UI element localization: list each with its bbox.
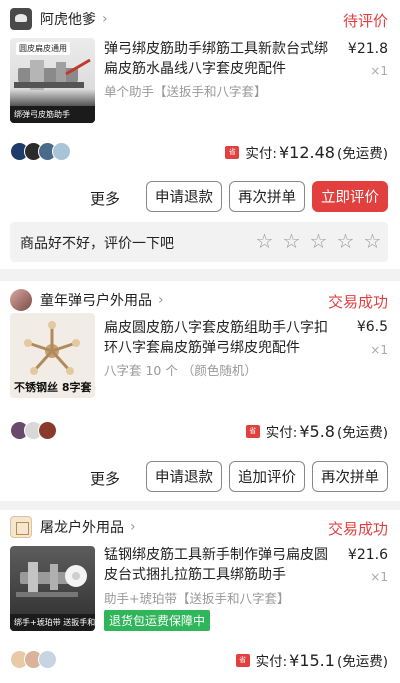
chevron-right-icon: ›	[158, 292, 164, 308]
star-icon[interactable]: ☆	[332, 230, 359, 252]
payment-summary: 省 实付: ¥15.1 (免运费)	[235, 650, 388, 670]
shop-logo	[10, 289, 32, 311]
product-title[interactable]: 弹弓绑皮筋助手绑筋工具新款台式绑扁皮筋水晶线八字套皮兜配件	[104, 39, 340, 79]
order-status: 待评价	[342, 12, 388, 30]
payment-amount: ¥5.8	[299, 421, 335, 441]
rebuy-button[interactable]: 再次拼单	[229, 181, 305, 212]
order-status: 交易成功	[327, 520, 388, 538]
star-rating[interactable]: ☆ ☆ ☆ ☆ ☆	[251, 230, 386, 252]
review-prompt-text: 商品好不好，评价一下吧	[20, 236, 174, 252]
image-caption: 绑弹弓皮筋助手	[10, 106, 95, 123]
product-spec: 单个助手【送扳手和八字套】	[104, 84, 267, 99]
payment-amount: ¥15.1	[289, 650, 335, 670]
return-shipping-badge: 退货包运费保障中	[104, 610, 211, 631]
refund-button[interactable]: 申请退款	[146, 461, 222, 492]
product-price: ¥21.6	[347, 547, 388, 563]
shipping-note: (免运费)	[336, 654, 388, 670]
payment-summary: 省 实付: ¥5.8 (免运费)	[245, 421, 388, 441]
order-card: 阿虎他爹 › 待评价 圆皮扁皮通用 绑弹弓皮筋助手 弹弓绑皮筋助手绑筋工具新款台…	[0, 0, 400, 269]
product-price: ¥21.8	[347, 41, 388, 57]
shop-logo	[10, 8, 32, 30]
product-image[interactable]: 不锈钢丝 8字套	[10, 313, 95, 398]
avatar	[38, 421, 57, 440]
star-icon[interactable]: ☆	[278, 230, 305, 252]
tool-illustration	[16, 562, 87, 597]
order-status: 交易成功	[327, 293, 388, 311]
payment-amount: ¥12.48	[278, 142, 335, 162]
shop-link[interactable]: 阿虎他爹 ›	[10, 8, 108, 30]
shop-link[interactable]: 童年弹弓户外用品 ›	[10, 289, 164, 311]
image-caption: 不锈钢丝 8字套	[14, 381, 92, 394]
product-quantity: ×1	[370, 343, 388, 357]
product-image[interactable]: 圆皮扁皮通用 绑弹弓皮筋助手	[10, 38, 95, 123]
product-title[interactable]: 扁皮圆皮筋八字套皮筋组助手八字扣环八字套扁皮筋弹弓绑皮兜配件	[104, 318, 340, 358]
product-title[interactable]: 锰钢绑皮筋工具新手制作弹弓扁皮圆皮台式捆扎拉筋工具绑筋助手	[104, 545, 340, 585]
star-icon[interactable]: ☆	[251, 230, 278, 252]
more-button[interactable]: 更多	[90, 188, 120, 209]
tool-illustration	[14, 58, 91, 90]
savings-icon: 省	[225, 145, 240, 159]
image-caption: 绑手+琥珀带 送扳手和八字套	[10, 614, 95, 631]
review-now-button[interactable]: 立即评价	[312, 181, 388, 212]
product-spec: 八字套 10 个 （颜色随机）	[104, 363, 257, 378]
chevron-right-icon: ›	[102, 11, 108, 27]
savings-icon: 省	[235, 653, 250, 667]
group-avatars	[10, 421, 57, 440]
product-spec: 助手+琥珀带【送扳手和八字套】	[104, 591, 290, 606]
shipping-note: (免运费)	[336, 425, 388, 441]
shipping-note: (免运费)	[336, 146, 388, 162]
figure-eight-clip-illustration	[24, 321, 80, 375]
product-quantity: ×1	[370, 570, 388, 584]
chevron-right-icon: ›	[130, 519, 136, 535]
shop-name: 阿虎他爹	[40, 12, 96, 28]
product-quantity: ×1	[370, 64, 388, 78]
star-icon[interactable]: ☆	[359, 230, 386, 252]
avatar	[52, 142, 71, 161]
shop-name: 童年弹弓户外用品	[40, 293, 152, 309]
refund-button[interactable]: 申请退款	[146, 181, 222, 212]
more-button[interactable]: 更多	[90, 468, 120, 489]
review-prompt-bar: 商品好不好，评价一下吧 ☆ ☆ ☆ ☆ ☆	[10, 222, 388, 262]
payment-label: 实付:	[245, 146, 277, 162]
shop-logo	[10, 516, 32, 538]
product-price: ¥6.5	[356, 319, 388, 335]
payment-summary: 省 实付: ¥12.48 (免运费)	[225, 142, 388, 162]
shop-name: 屠龙户外用品	[40, 520, 124, 536]
shop-link[interactable]: 屠龙户外用品 ›	[10, 516, 136, 538]
payment-label: 实付:	[265, 425, 298, 441]
savings-icon: 省	[245, 424, 260, 438]
group-avatars	[10, 650, 57, 669]
avatar	[38, 650, 57, 669]
rebuy-button[interactable]: 再次拼单	[312, 461, 388, 492]
group-avatars	[10, 142, 71, 161]
add-review-button[interactable]: 追加评价	[229, 461, 305, 492]
star-icon[interactable]: ☆	[305, 230, 332, 252]
product-image[interactable]: 绑手+琥珀带 送扳手和八字套	[10, 546, 95, 631]
payment-label: 实付:	[255, 654, 288, 670]
